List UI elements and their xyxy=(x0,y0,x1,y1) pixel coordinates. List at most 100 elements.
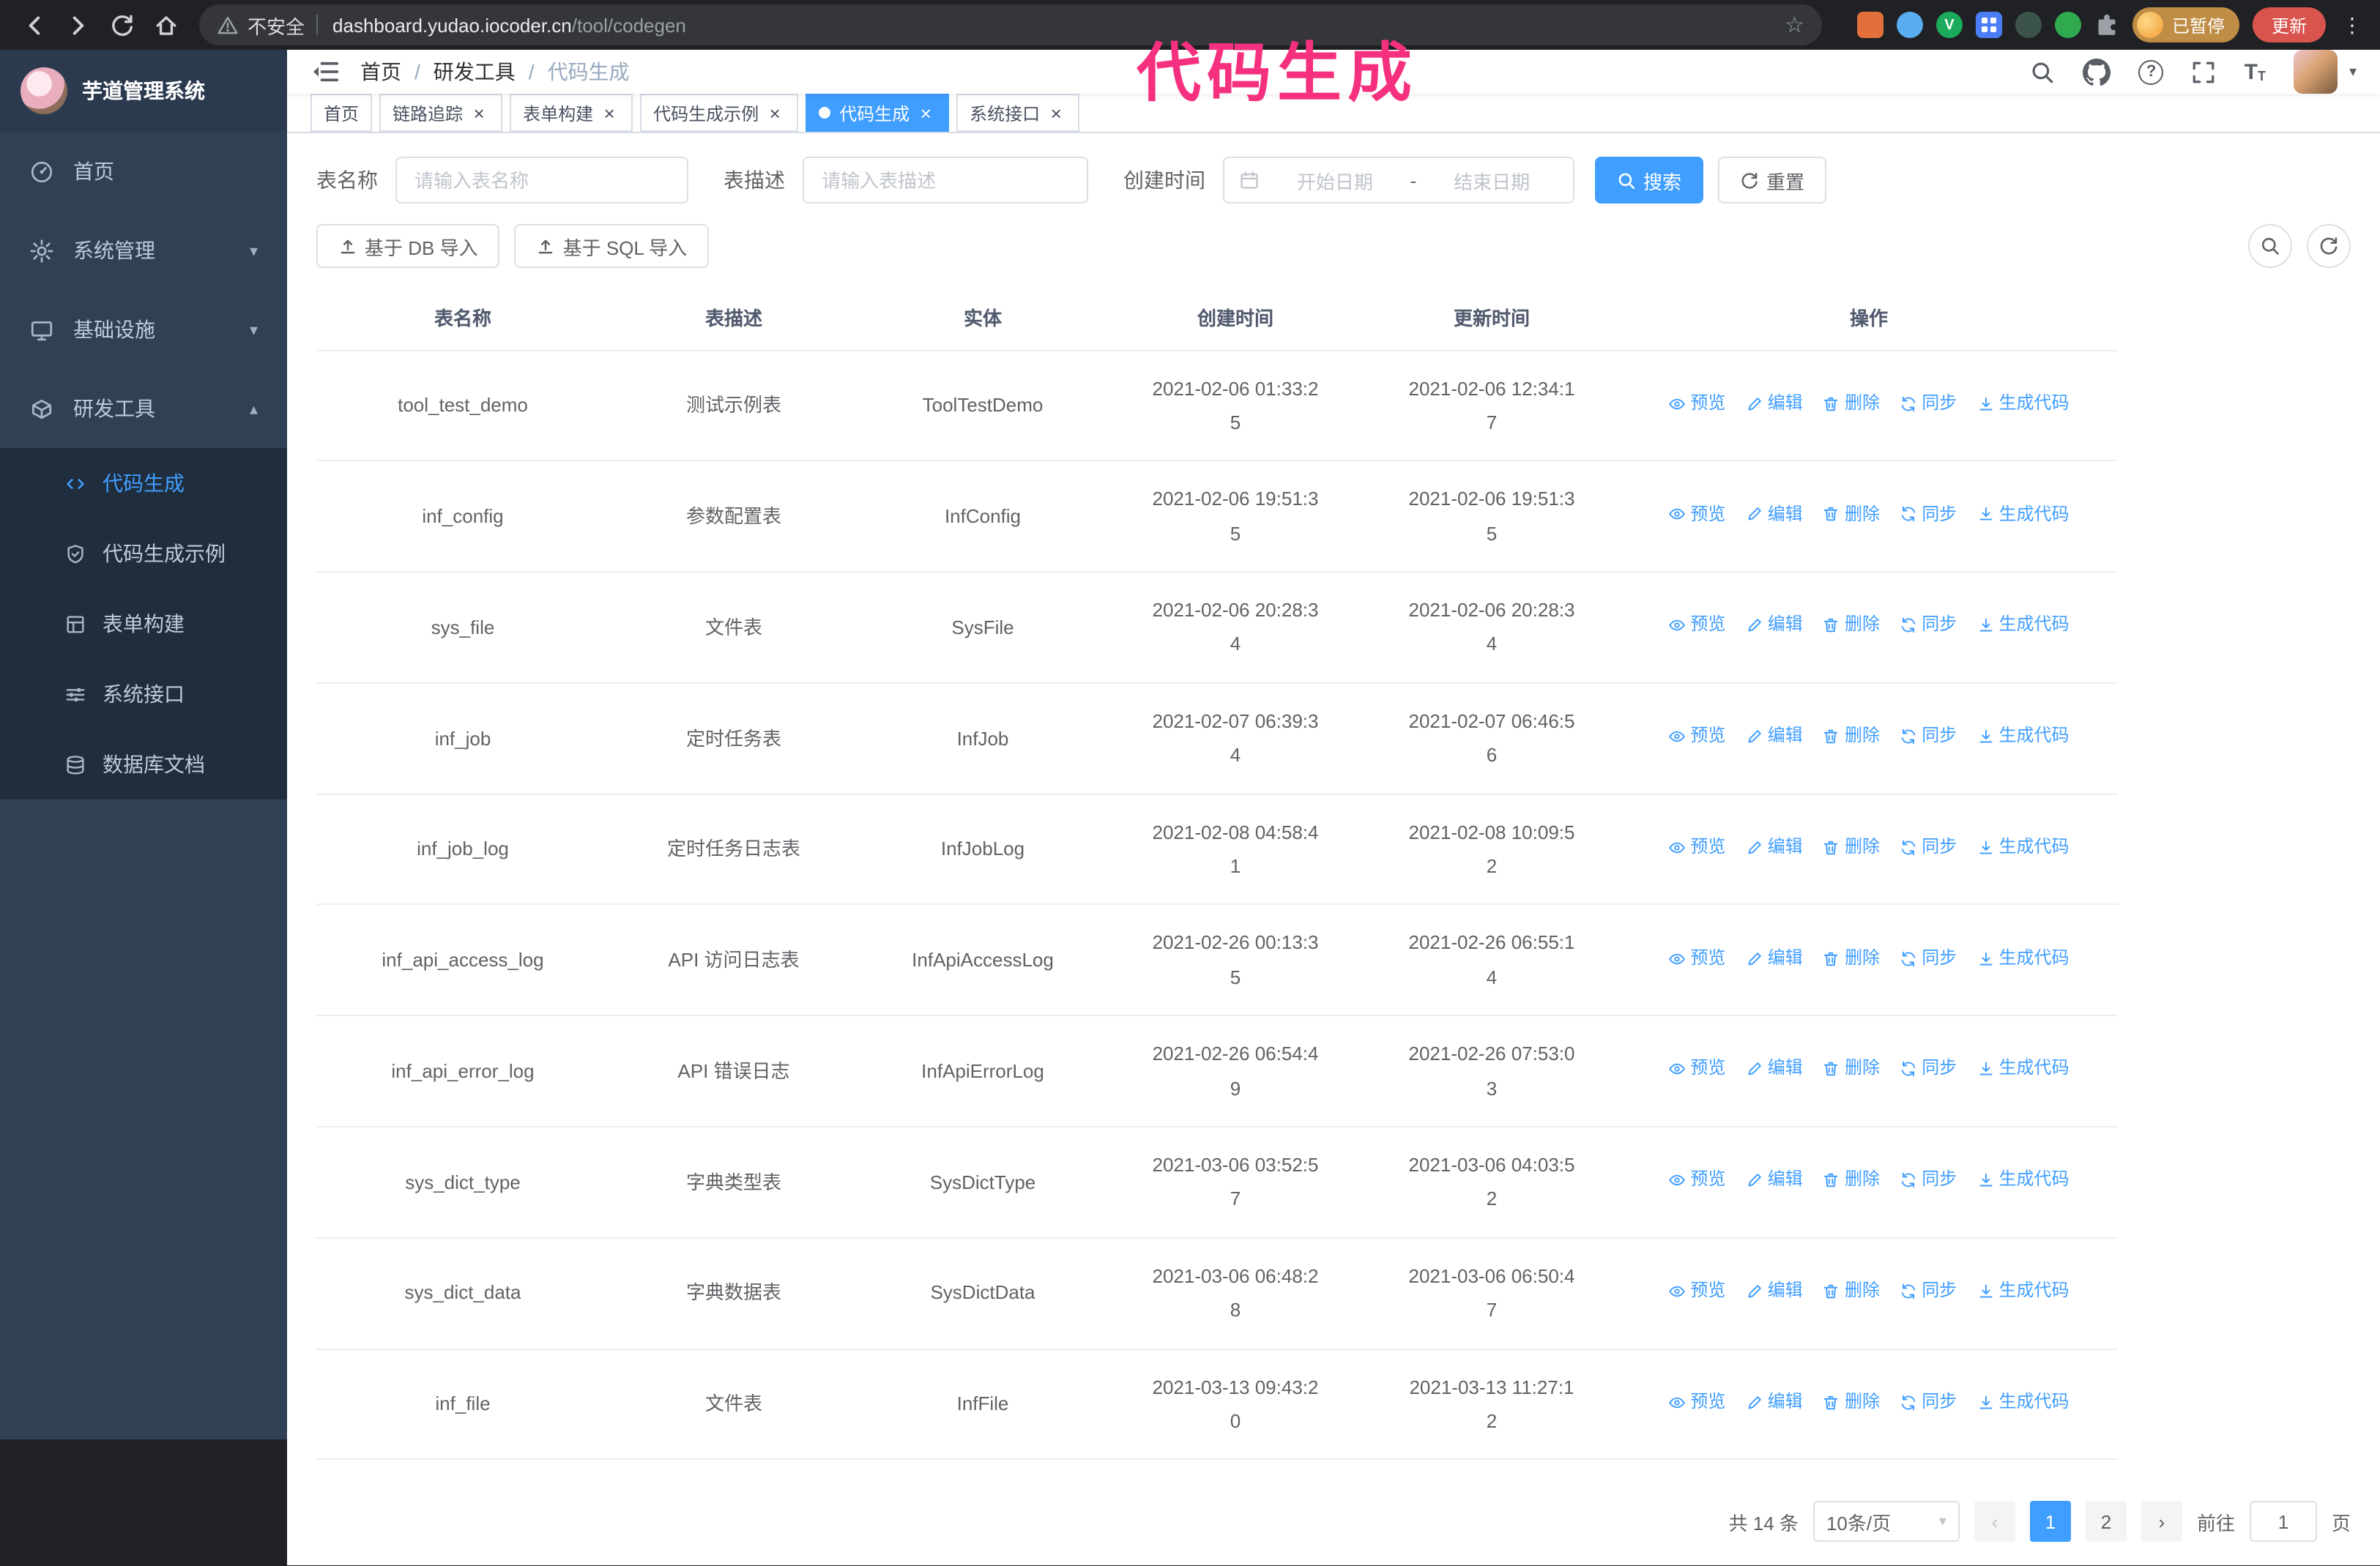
preview-link[interactable]: 预览 xyxy=(1668,942,1725,974)
sidebar-item-codegen-example[interactable]: 代码生成示例 xyxy=(0,518,287,589)
goto-page-input[interactable] xyxy=(2249,1501,2317,1543)
sync-link[interactable]: 同步 xyxy=(1900,499,1957,530)
preview-link[interactable]: 预览 xyxy=(1668,1165,1725,1196)
reload-icon[interactable] xyxy=(103,6,141,44)
help-icon[interactable]: ? xyxy=(2138,59,2164,84)
delete-link[interactable]: 删除 xyxy=(1823,1054,1880,1085)
preview-link[interactable]: 预览 xyxy=(1668,610,1725,641)
sync-link[interactable]: 同步 xyxy=(1900,1165,1957,1196)
edit-link[interactable]: 编辑 xyxy=(1746,1165,1803,1196)
sidebar-item-api[interactable]: 系统接口 xyxy=(0,659,287,729)
search-button[interactable]: 搜索 xyxy=(1595,157,1704,204)
address-bar[interactable]: 不安全 dashboard.yudao.iocoder.cn/tool/code… xyxy=(199,4,1822,45)
page-2-button[interactable]: 2 xyxy=(2085,1501,2127,1543)
tab-api[interactable]: 系统接口 × xyxy=(956,94,1080,132)
generate-code-link[interactable]: 生成代码 xyxy=(1977,610,2070,641)
tab-close-icon[interactable]: × xyxy=(915,102,936,123)
delete-link[interactable]: 删除 xyxy=(1823,832,1880,863)
import-db-button[interactable]: 基于 DB 导入 xyxy=(316,224,500,268)
sync-link[interactable]: 同步 xyxy=(1900,832,1957,863)
user-menu-caret-icon[interactable]: ▾ xyxy=(2349,64,2357,80)
generate-code-link[interactable]: 生成代码 xyxy=(1977,1387,2070,1418)
sync-link[interactable]: 同步 xyxy=(1900,610,1957,641)
extension-icon[interactable] xyxy=(1975,12,2002,38)
import-sql-button[interactable]: 基于 SQL 导入 xyxy=(514,224,710,268)
extension-icon[interactable] xyxy=(2015,12,2042,38)
delete-link[interactable]: 删除 xyxy=(1823,1165,1880,1196)
sidebar-item-devtools[interactable]: 研发工具 ▴ xyxy=(0,369,287,448)
bookmark-star-icon[interactable]: ☆ xyxy=(1785,14,1804,36)
sidebar-item-codegen[interactable]: 代码生成 xyxy=(0,448,287,518)
next-page-button[interactable]: › xyxy=(2141,1501,2182,1543)
font-size-icon[interactable]: TT xyxy=(2245,61,2266,83)
preview-link[interactable]: 预览 xyxy=(1668,499,1725,530)
preview-link[interactable]: 预览 xyxy=(1668,1387,1725,1418)
tab-close-icon[interactable]: × xyxy=(1046,102,1066,123)
tab-home[interactable]: 首页 xyxy=(310,94,373,132)
delete-link[interactable]: 删除 xyxy=(1823,610,1880,641)
sidebar-item-form-builder[interactable]: 表单构建 xyxy=(0,589,287,659)
edit-link[interactable]: 编辑 xyxy=(1746,1275,1803,1307)
tab-close-icon[interactable]: × xyxy=(469,102,489,123)
generate-code-link[interactable]: 生成代码 xyxy=(1977,1165,2070,1196)
delete-link[interactable]: 删除 xyxy=(1823,1275,1880,1307)
generate-code-link[interactable]: 生成代码 xyxy=(1977,499,2070,530)
table-name-input[interactable] xyxy=(395,157,688,204)
table-desc-input[interactable] xyxy=(803,157,1088,204)
tab-form-builder[interactable]: 表单构建 × xyxy=(510,94,633,132)
back-icon[interactable] xyxy=(15,6,53,44)
breadcrumb-home[interactable]: 首页 xyxy=(360,57,401,86)
extension-icon[interactable] xyxy=(1896,12,1923,38)
date-range-input[interactable]: 开始日期 - 结束日期 xyxy=(1223,157,1574,204)
sync-link[interactable]: 同步 xyxy=(1900,388,1957,420)
refresh-list-button[interactable] xyxy=(2307,224,2351,268)
tab-tracing[interactable]: 链路追踪 × xyxy=(379,94,503,132)
preview-link[interactable]: 预览 xyxy=(1668,720,1725,752)
preview-link[interactable]: 预览 xyxy=(1668,832,1725,863)
sidebar-item-infra[interactable]: 基础设施 ▾ xyxy=(0,290,287,369)
extension-icon[interactable] xyxy=(2054,12,2081,38)
generate-code-link[interactable]: 生成代码 xyxy=(1977,1054,2070,1085)
sync-link[interactable]: 同步 xyxy=(1900,1387,1957,1418)
generate-code-link[interactable]: 生成代码 xyxy=(1977,720,2070,752)
delete-link[interactable]: 删除 xyxy=(1823,499,1880,530)
sidebar-item-home[interactable]: 首页 xyxy=(0,132,287,211)
generate-code-link[interactable]: 生成代码 xyxy=(1977,1275,2070,1307)
profile-chip[interactable]: 已暂停 xyxy=(2132,7,2239,42)
delete-link[interactable]: 删除 xyxy=(1823,942,1880,974)
edit-link[interactable]: 编辑 xyxy=(1746,610,1803,641)
extension-icon[interactable] xyxy=(1856,12,1883,38)
home-icon[interactable] xyxy=(146,6,185,44)
fullscreen-icon[interactable] xyxy=(2192,59,2217,84)
page-size-select[interactable]: 10条/页 ▾ xyxy=(1812,1501,1960,1543)
breadcrumb-devtools[interactable]: 研发工具 xyxy=(434,57,516,86)
edit-link[interactable]: 编辑 xyxy=(1746,499,1803,530)
tab-close-icon[interactable]: × xyxy=(765,102,785,123)
sync-link[interactable]: 同步 xyxy=(1900,1054,1957,1085)
page-1-button[interactable]: 1 xyxy=(2029,1501,2071,1543)
forward-icon[interactable] xyxy=(59,6,97,44)
sync-link[interactable]: 同步 xyxy=(1900,1275,1957,1307)
toggle-search-button[interactable] xyxy=(2248,224,2292,268)
extension-icon[interactable]: V xyxy=(1935,12,1963,38)
prev-page-button[interactable]: ‹ xyxy=(1974,1501,2015,1543)
tab-codegen-example[interactable]: 代码生成示例 × xyxy=(640,94,799,132)
edit-link[interactable]: 编辑 xyxy=(1746,1054,1803,1085)
extensions-puzzle-icon[interactable] xyxy=(2094,12,2119,37)
header-search-icon[interactable] xyxy=(2031,59,2056,84)
sidebar-item-system[interactable]: 系统管理 ▾ xyxy=(0,211,287,290)
github-icon[interactable] xyxy=(2083,58,2111,86)
edit-link[interactable]: 编辑 xyxy=(1746,388,1803,420)
preview-link[interactable]: 预览 xyxy=(1668,1054,1725,1085)
user-avatar[interactable] xyxy=(2293,50,2338,94)
tab-close-icon[interactable]: × xyxy=(599,102,620,123)
update-button[interactable]: 更新 xyxy=(2252,7,2326,42)
sync-link[interactable]: 同步 xyxy=(1900,720,1957,752)
edit-link[interactable]: 编辑 xyxy=(1746,720,1803,752)
hamburger-icon[interactable] xyxy=(310,57,340,86)
sidebar-item-db-doc[interactable]: 数据库文档 xyxy=(0,729,287,799)
edit-link[interactable]: 编辑 xyxy=(1746,942,1803,974)
generate-code-link[interactable]: 生成代码 xyxy=(1977,388,2070,420)
preview-link[interactable]: 预览 xyxy=(1668,1275,1725,1307)
edit-link[interactable]: 编辑 xyxy=(1746,1387,1803,1418)
